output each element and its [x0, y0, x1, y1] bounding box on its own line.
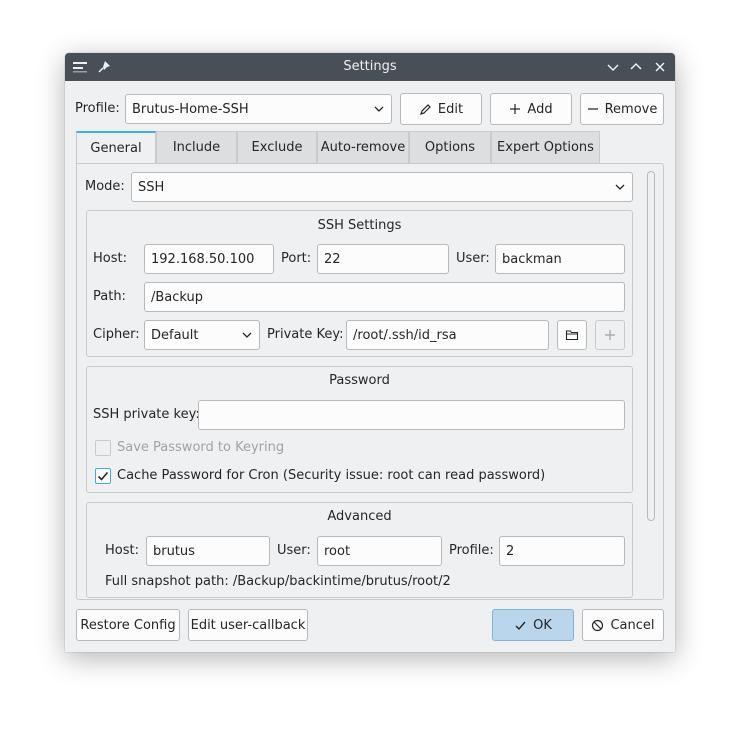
add-profile-label: Add	[527, 101, 553, 117]
ssh-settings-title: SSH Settings	[317, 218, 402, 233]
tab-options-label: Options	[424, 140, 476, 155]
tab-options[interactable]: Options	[409, 131, 491, 163]
cipher-label: Cipher:	[93, 327, 140, 342]
adv-host-input[interactable]: brutus	[146, 536, 270, 566]
edit-user-callback-button[interactable]: Edit user-callback	[188, 609, 308, 641]
remove-profile-label: Remove	[604, 101, 658, 117]
ssh-user-label: User:	[456, 251, 490, 266]
ssh-port-input[interactable]: 22	[317, 244, 449, 274]
mode-select[interactable]: SSH	[131, 172, 633, 202]
pencil-icon	[419, 103, 432, 116]
ssh-host-input[interactable]: 192.168.50.100	[144, 244, 274, 274]
private-key-input[interactable]: /root/.ssh/id_rsa	[346, 320, 549, 350]
cancel-label: Cancel	[610, 617, 655, 633]
chevron-down-icon	[614, 181, 626, 193]
ssh-private-key-input[interactable]	[198, 400, 625, 430]
chevron-down-icon	[241, 329, 253, 341]
adv-host-label: Host:	[105, 543, 139, 558]
folder-icon	[565, 328, 579, 342]
tab-expert-options[interactable]: Expert Options	[491, 131, 600, 163]
settings-window: Settings Profile: Brutus-Home-SSH Edit A…	[65, 53, 675, 652]
mode-label: Mode:	[85, 179, 125, 194]
ok-button[interactable]: OK	[492, 609, 574, 641]
password-title: Password	[329, 373, 390, 388]
window-title: Settings	[343, 59, 397, 74]
ssh-user-input[interactable]: backman	[495, 244, 625, 274]
restore-config-button[interactable]: Restore Config	[76, 609, 180, 641]
tab-include[interactable]: Include	[156, 131, 237, 163]
add-profile-button[interactable]: Add	[490, 93, 572, 125]
minimize-icon[interactable]	[604, 58, 622, 76]
checkmark-icon	[96, 469, 110, 483]
tab-expert-options-label: Expert Options	[497, 140, 594, 155]
plus-icon	[604, 329, 616, 341]
ssh-path-input[interactable]: /Backup	[144, 282, 625, 312]
tab-auto-remove[interactable]: Auto-remove	[317, 131, 409, 163]
title-bar: Settings	[65, 53, 675, 81]
tab-include-label: Include	[172, 140, 221, 155]
adv-user-label: User:	[277, 543, 311, 558]
maximize-icon[interactable]	[627, 58, 645, 76]
edit-user-callback-label: Edit user-callback	[190, 617, 306, 633]
restore-config-label: Restore Config	[80, 617, 176, 633]
ssh-path-label: Path:	[93, 289, 126, 304]
save-keyring-checkbox[interactable]	[95, 440, 111, 456]
scrollbar[interactable]	[647, 171, 655, 521]
ok-label: OK	[533, 617, 552, 633]
cancel-button[interactable]: Cancel	[582, 609, 664, 641]
ssh-port-label: Port:	[281, 251, 312, 266]
ssh-private-key-label: SSH private key:	[93, 407, 200, 422]
close-icon[interactable]	[651, 58, 669, 76]
private-key-label: Private Key:	[267, 327, 344, 342]
mode-select-value: SSH	[138, 179, 165, 195]
plus-icon	[509, 103, 521, 115]
ssh-host-label: Host:	[93, 251, 127, 266]
profile-select-value: Brutus-Home-SSH	[132, 101, 249, 117]
tab-auto-remove-label: Auto-remove	[320, 140, 406, 155]
adv-profile-label: Profile:	[449, 543, 494, 558]
add-key-button[interactable]	[595, 320, 625, 350]
remove-profile-button[interactable]: Remove	[580, 93, 664, 125]
profile-select[interactable]: Brutus-Home-SSH	[125, 94, 392, 124]
tab-exclude[interactable]: Exclude	[237, 131, 317, 163]
save-keyring-label: Save Password to Keyring	[117, 440, 285, 455]
cancel-icon	[591, 619, 604, 632]
cache-cron-checkbox[interactable]	[95, 468, 111, 484]
tab-general-label: General	[90, 140, 142, 156]
chevron-down-icon	[373, 103, 385, 115]
advanced-title: Advanced	[327, 509, 392, 524]
checkmark-icon	[514, 619, 527, 632]
tab-exclude-label: Exclude	[251, 140, 303, 155]
full-snapshot-path: Full snapshot path: /Backup/backintime/b…	[105, 574, 451, 589]
adv-profile-input[interactable]: 2	[499, 536, 625, 566]
tab-general[interactable]: General	[76, 131, 156, 163]
edit-profile-label: Edit	[437, 101, 464, 117]
browse-key-button[interactable]	[557, 320, 587, 350]
profile-label: Profile:	[75, 101, 120, 116]
adv-user-input[interactable]: root	[317, 536, 442, 566]
cipher-select-value: Default	[151, 327, 199, 343]
minus-icon	[587, 103, 599, 115]
cipher-select[interactable]: Default	[144, 320, 260, 350]
cache-cron-label: Cache Password for Cron (Security issue:…	[117, 468, 546, 483]
edit-profile-button[interactable]: Edit	[400, 93, 482, 125]
